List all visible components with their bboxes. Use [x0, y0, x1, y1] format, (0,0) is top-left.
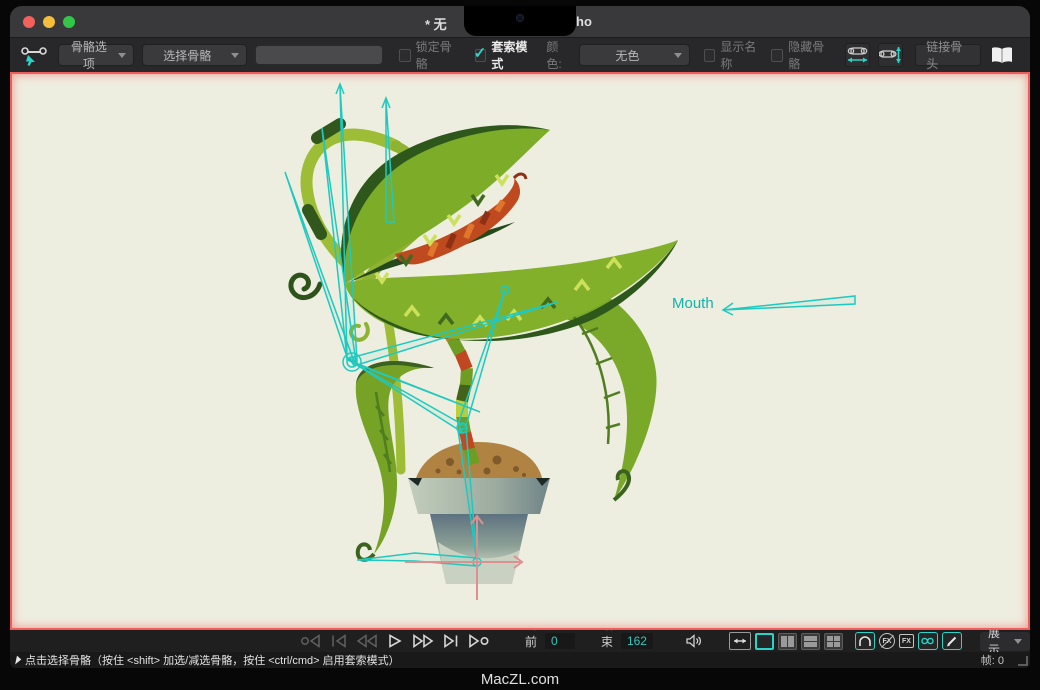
frame-indicator-label: 帧: — [981, 655, 995, 667]
chevron-down-icon — [1014, 639, 1022, 644]
show-names-label: 显示名称 — [720, 38, 763, 72]
quad-view-button[interactable] — [824, 633, 843, 650]
mask-icon[interactable] — [918, 632, 938, 650]
color-label: 颜色: — [546, 38, 571, 72]
chevron-down-icon — [674, 53, 682, 58]
step-end-button[interactable] — [438, 632, 463, 650]
link-bone-label: 链接骨头 — [926, 38, 970, 72]
fit-width-icon[interactable] — [729, 632, 751, 650]
traffic-lights — [23, 16, 75, 28]
select-bone-label: 选择骨骼 — [150, 47, 225, 64]
status-hint: 点击选择骨骼（按住 <shift> 加选/减选骨骼，按住 <ctrl/cmd> … — [25, 652, 400, 668]
minimize-window-button[interactable] — [43, 16, 55, 28]
hide-bones-checkbox[interactable]: 隐藏骨骼 — [771, 38, 831, 72]
status-bar: 点击选择骨骼（按住 <shift> 加选/减选骨骼，按住 <ctrl/cmd> … — [10, 652, 1030, 668]
frame-indicator-value: 0 — [998, 655, 1004, 667]
bone-name-input[interactable] — [255, 45, 383, 65]
bone-options-label: 骨骼选项 — [66, 38, 112, 72]
checkbox-icon — [399, 49, 411, 62]
fast-forward-button[interactable] — [410, 632, 435, 650]
hide-bones-label: 隐藏骨骼 — [788, 38, 831, 72]
mouse-cursor-icon — [15, 655, 22, 665]
app-window: * 无 ho 骨骼选项 选择骨骼 — [10, 6, 1030, 668]
loop-play-button[interactable] — [466, 632, 491, 650]
single-view-button[interactable] — [755, 633, 774, 650]
camera-icon — [516, 14, 524, 22]
rewind-button[interactable] — [354, 632, 379, 650]
link-bone-button[interactable]: 链接骨头 — [915, 44, 981, 66]
checkbox-icon: ✓ — [475, 49, 487, 62]
checkbox-icon — [771, 49, 783, 62]
select-bone-dropdown[interactable]: 选择骨骼 — [142, 44, 247, 66]
speaker-icon[interactable] — [685, 634, 703, 648]
chevron-down-icon — [231, 53, 239, 58]
titlebar: * 无 ho — [10, 6, 1030, 38]
brush-icon[interactable] — [942, 632, 962, 650]
laptop-bezel: * 无 ho 骨骼选项 选择骨骼 — [0, 0, 1040, 690]
animation-canvas[interactable]: Mouth — [10, 72, 1030, 630]
bone-color-value: 无色 — [587, 47, 667, 64]
manual-book-icon[interactable] — [989, 43, 1016, 67]
resize-grip[interactable] — [1018, 656, 1028, 666]
fx-icon[interactable]: FX — [899, 634, 914, 648]
frame-indicator: 帧: 0 — [981, 652, 1004, 668]
plant-illustration — [10, 72, 1030, 630]
window-title-prefix: * 无 — [425, 14, 447, 33]
split-horizontal-view-button[interactable] — [801, 633, 820, 650]
split-vertical-view-button[interactable] — [778, 633, 797, 650]
watermark: MacZL.com — [0, 671, 1040, 688]
lock-bones-label: 锁定骨骼 — [416, 38, 459, 72]
lock-bones-checkbox[interactable]: 锁定骨骼 — [399, 38, 459, 72]
play-button[interactable] — [382, 632, 407, 650]
onion-skin-icon[interactable] — [855, 632, 875, 650]
bone-options-dropdown[interactable]: 骨骼选项 — [58, 44, 134, 66]
step-back-button[interactable] — [326, 632, 351, 650]
playback-buttons — [298, 632, 491, 650]
lasso-mode-checkbox[interactable]: ✓ 套索模式 — [475, 38, 535, 72]
stretch-bone-horizontal-icon[interactable] — [845, 43, 870, 67]
stretch-bone-vertical-icon[interactable] — [878, 43, 903, 67]
mouth-bone-label[interactable]: Mouth — [672, 295, 714, 312]
timeline-controls: 当前帧 0 结束帧 162 — [10, 630, 1030, 652]
bone-color-dropdown[interactable]: 无色 — [579, 44, 689, 66]
current-frame-input[interactable]: 0 — [545, 633, 575, 649]
fx-preview-off-icon[interactable]: FX — [879, 633, 895, 649]
select-bone-tool-icon[interactable] — [20, 43, 50, 67]
current-frame-value: 0 — [551, 634, 558, 648]
close-window-button[interactable] — [23, 16, 35, 28]
bone-toolbar: 骨骼选项 选择骨骼 锁定骨骼 ✓ 套索模式 颜色: 无色 — [10, 38, 1030, 72]
window-title-suffix: ho — [576, 14, 592, 29]
lasso-mode-label: 套索模式 — [491, 38, 534, 72]
view-options: FX FX — [729, 632, 962, 650]
fx-label: FX — [902, 638, 911, 645]
checkmark-icon: ✓ — [474, 44, 487, 62]
zoom-window-button[interactable] — [63, 16, 75, 28]
end-frame-value: 162 — [627, 634, 647, 648]
display-mode-dropdown[interactable]: 展示 — [980, 632, 1030, 651]
fx-label: FX — [883, 638, 892, 645]
end-frame-input[interactable]: 162 — [621, 633, 653, 649]
jump-start-button[interactable] — [298, 632, 323, 650]
camera-notch — [464, 6, 576, 36]
chevron-down-icon — [118, 53, 126, 58]
checkbox-icon — [704, 49, 716, 62]
show-names-checkbox[interactable]: 显示名称 — [704, 38, 764, 72]
